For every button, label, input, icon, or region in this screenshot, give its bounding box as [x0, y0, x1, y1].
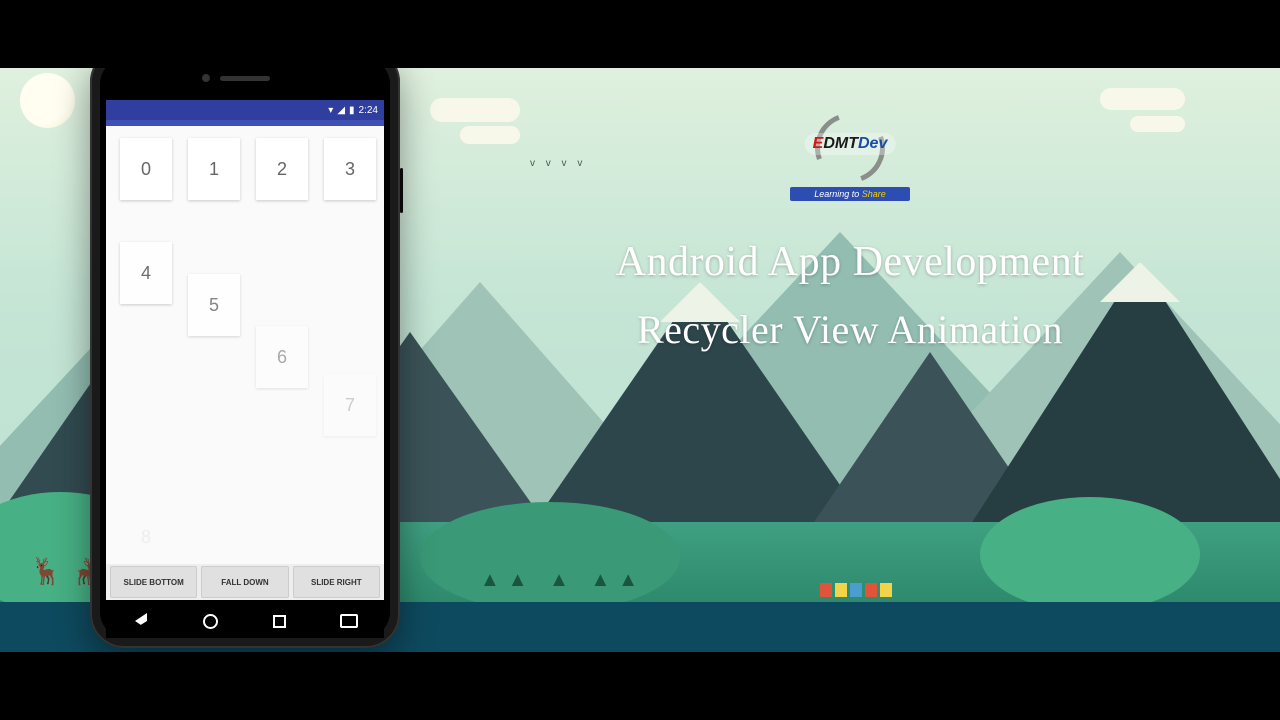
nav-back-button[interactable] [132, 612, 150, 630]
status-bar: ▾ ◢ ▮ 2:24 [106, 100, 384, 120]
android-nav-bar [106, 604, 384, 638]
camera-icon [202, 74, 210, 82]
grid-card[interactable]: 1 [188, 138, 240, 200]
phone-screen: ▾ ◢ ▮ 2:24 0123 4567 8 SLIDE BOTTOM FALL D… [106, 100, 384, 600]
battery-icon: ▮ [349, 105, 355, 116]
letterbox-top [0, 0, 1280, 68]
village-icon [820, 583, 892, 597]
tutorial-title: Android App Development Recycler View An… [490, 238, 1210, 353]
grid-card[interactable]: 2 [256, 138, 308, 200]
cloud-icon [1130, 116, 1185, 132]
nav-home-button[interactable] [201, 612, 219, 630]
cloud-icon [1100, 88, 1185, 110]
title-line-1: Android App Development [490, 238, 1210, 286]
grid-card[interactable]: 7 [324, 374, 376, 436]
wifi-icon: ▾ [328, 105, 333, 116]
cast-icon [340, 614, 358, 628]
speaker-icon [220, 76, 270, 81]
logo-text: EDMTDev [805, 133, 896, 155]
recycler-view[interactable]: 012345678 [106, 126, 384, 546]
cloud-icon [460, 126, 520, 144]
grid-card[interactable]: 4 [120, 242, 172, 304]
logo-letters-dev: Dev [858, 135, 887, 152]
cloud-icon [430, 98, 520, 122]
brand-logo: EDMTDev Learning to Share [730, 113, 970, 201]
button-bar: SLIDE BOTTOM FALL DOWN SLIDE RIGHT [106, 564, 384, 600]
logo-letter-e: E [813, 135, 824, 152]
moon-icon [20, 73, 75, 128]
background-scene: v v v v 🦌 🦌 ▲▲ ▲ ▲▲ EDMTDev Learning to … [0, 68, 1280, 652]
grid-card[interactable]: 8 [120, 506, 172, 568]
phone-frame: ▾ ◢ ▮ 2:24 0123 4567 8 SLIDE BOTTOM FALL D… [90, 68, 400, 648]
power-button[interactable] [400, 168, 403, 213]
birds-icon: v v v v [530, 158, 586, 169]
grid-card[interactable]: 5 [188, 274, 240, 336]
hill [420, 502, 680, 612]
slide-bottom-button[interactable]: SLIDE BOTTOM [110, 566, 197, 598]
fall-down-button[interactable]: FALL DOWN [201, 566, 288, 598]
grid-card[interactable]: 0 [120, 138, 172, 200]
grid-card[interactable]: 6 [256, 326, 308, 388]
home-icon [203, 614, 218, 629]
logo-subtitle: Learning to Share [790, 187, 910, 201]
slide-right-button[interactable]: SLIDE RIGHT [293, 566, 380, 598]
nav-recent-button[interactable] [271, 612, 289, 630]
back-icon [135, 613, 147, 629]
recent-icon [273, 615, 286, 628]
trees-icon: ▲▲ ▲ ▲▲ [480, 569, 646, 592]
signal-icon: ◢ [337, 105, 345, 116]
grid-card[interactable]: 3 [324, 138, 376, 200]
hill [980, 497, 1200, 612]
nav-cast-button[interactable] [340, 612, 358, 630]
title-line-2: Recycler View Animation [490, 306, 1210, 353]
letterbox-bottom [0, 652, 1280, 720]
status-time: 2:24 [359, 105, 378, 116]
logo-letters-dmt: DMT [823, 135, 858, 152]
deer-icon: 🦌 [30, 556, 62, 587]
